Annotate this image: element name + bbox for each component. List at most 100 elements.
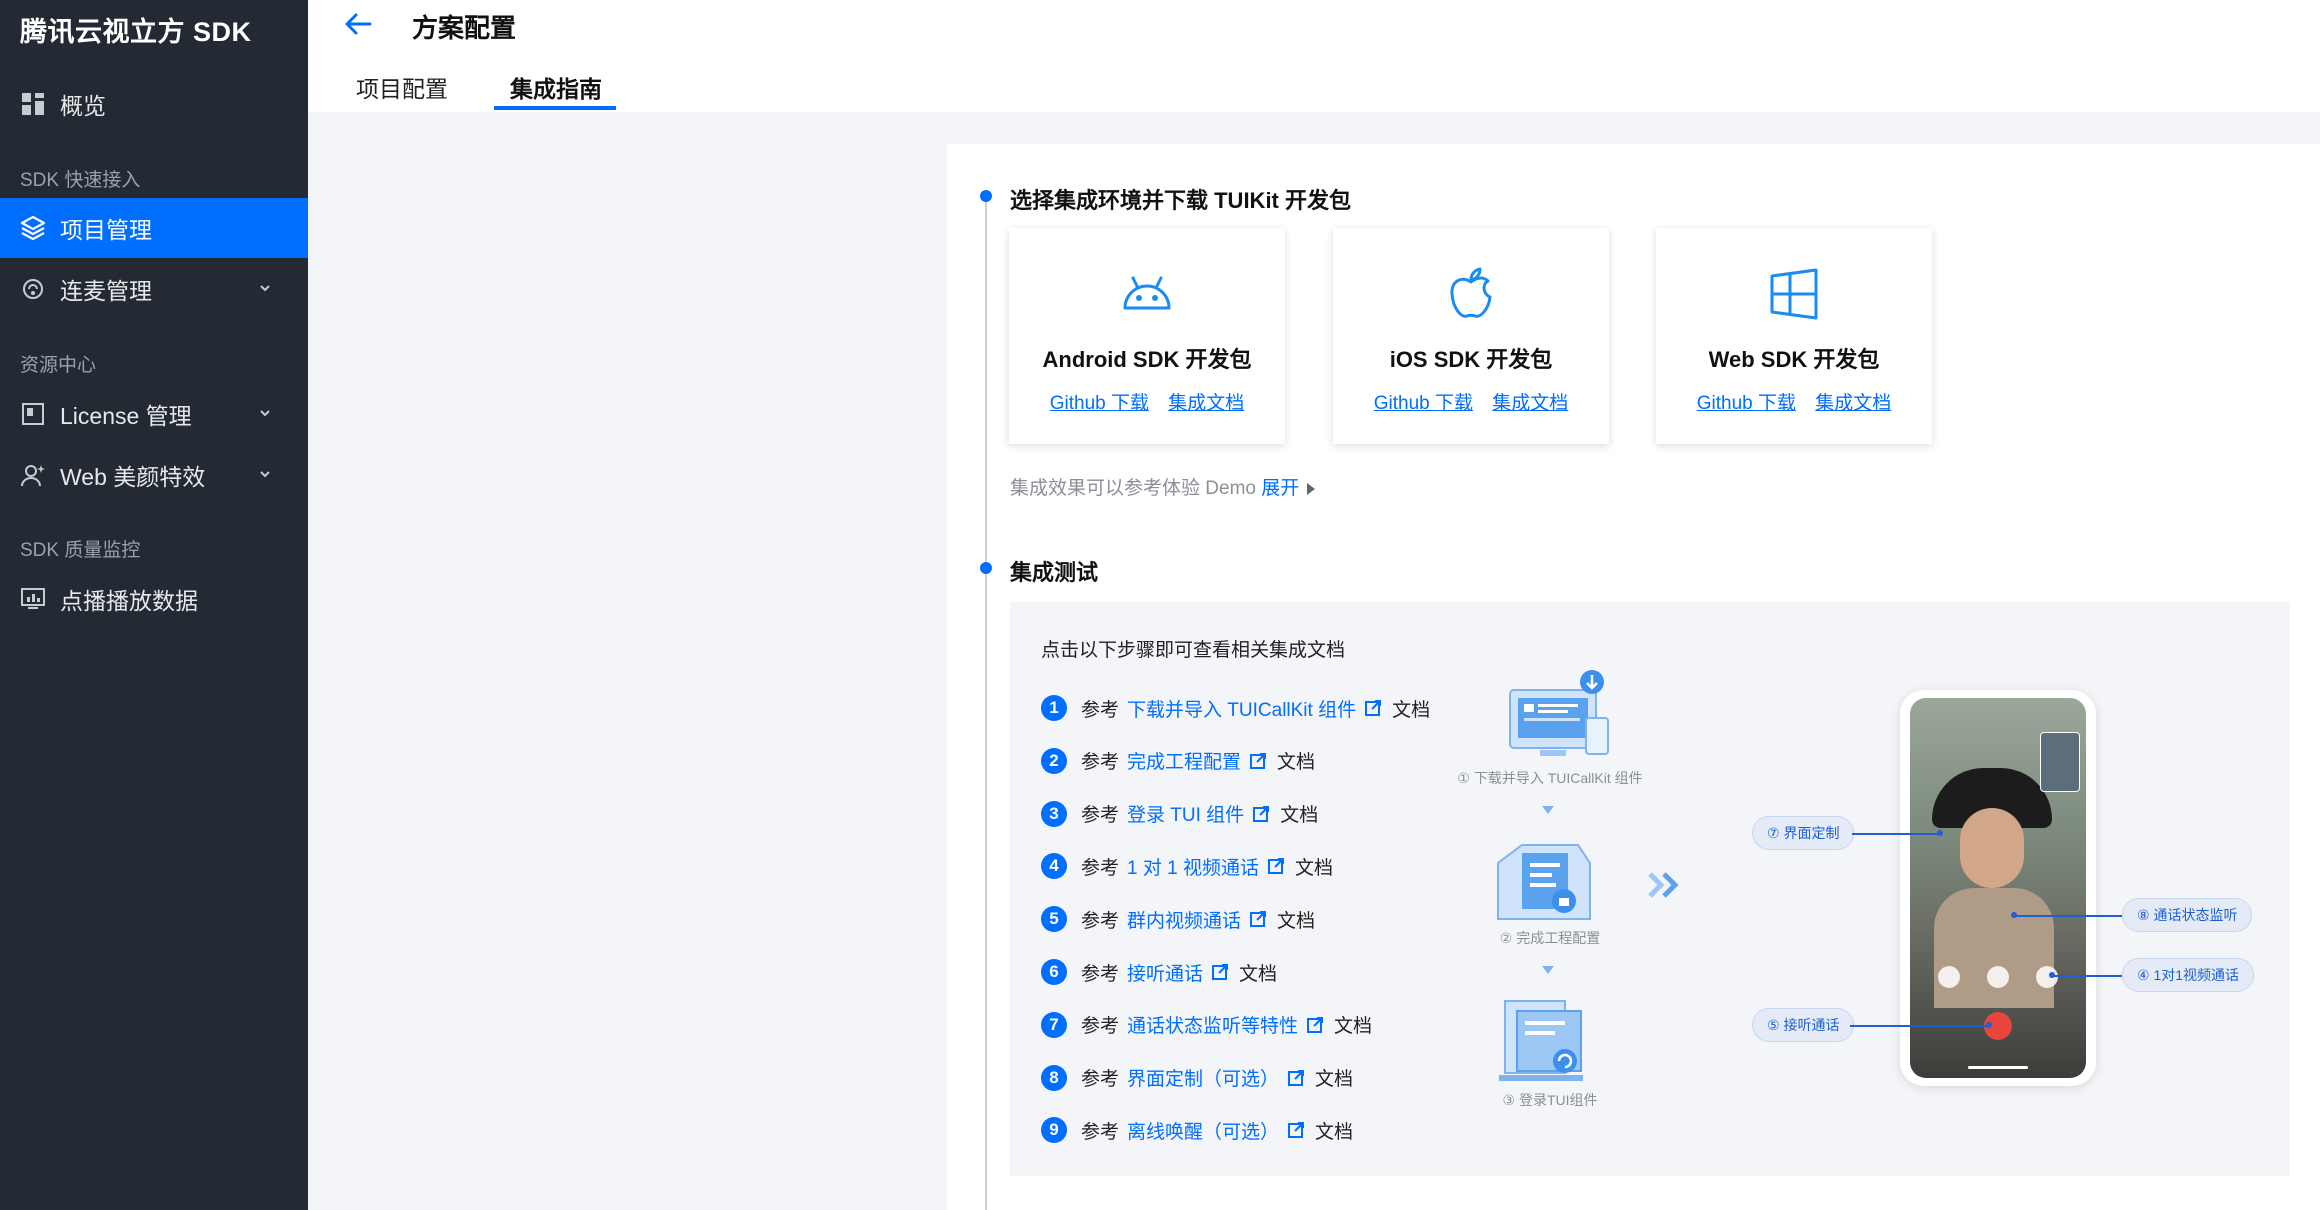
github-download-link[interactable]: Github 下载 [1050,393,1149,414]
integration-doc-link[interactable]: 集成文档 [1492,393,1568,414]
expand-link[interactable]: 展开 [1261,478,1299,499]
callout-line [2052,975,2122,977]
sidebar-item-mic[interactable]: 连麦管理 [0,259,308,319]
chevron-down-icon [260,285,270,292]
camera-button-icon [2036,966,2058,988]
sdk-name: iOS SDK 开发包 [1389,347,1553,372]
callout-dot [2011,912,2017,918]
step-row: 5 参考 群内视频通话 文档 [1041,904,1315,934]
external-link-icon[interactable] [1364,699,1382,717]
step-doc-link[interactable]: 群内视频通话 [1127,906,1241,933]
page-header: 方案配置 项目配置 集成指南 [308,0,2320,112]
sidebar-item-project[interactable]: 项目管理 [0,198,308,258]
step-doc-link[interactable]: 离线唤醒（可选） [1127,1117,1279,1144]
sidebar-item-web-beauty[interactable]: Web 美颜特效 [0,445,308,505]
step-doc-link[interactable]: 接听通话 [1127,959,1203,986]
login-tui-illustration [1499,1000,1583,1081]
step-doc-label: 文档 [1280,805,1319,827]
step-ref-label: 参考 [1081,805,1120,827]
step-doc-label: 文档 [1295,857,1334,879]
step-number: 1 [1041,695,1067,721]
test-section-title: 集成测试 [1010,560,1099,585]
integration-doc-link[interactable]: 集成文档 [1815,393,1891,414]
step-doc-label: 文档 [1239,963,1278,985]
page-title: 方案配置 [412,13,517,43]
step-ref-label: 参考 [1081,1121,1120,1143]
step-row: 3 参考 登录 TUI 组件 文档 [1041,799,1318,829]
external-link-icon[interactable] [1287,1069,1305,1087]
back-button[interactable] [338,6,378,42]
tab-integration-guide[interactable]: 集成指南 [510,70,602,104]
section-title-quick: SDK 快速接入 [20,170,141,191]
speaker-button-icon [1987,966,2009,988]
video-call-screen [1910,698,2086,1078]
callout-dot [1986,1022,1992,1028]
sidebar-item-label: Web 美颜特效 [60,464,206,490]
step-doc-link[interactable]: 下载并导入 TUICallKit 组件 [1127,695,1356,722]
sidebar-item-vod-data[interactable]: 点播播放数据 [0,569,308,629]
step-number: 5 [1041,906,1067,933]
flow-caption-1: ① 下载并导入 TUICallKit 组件 [1457,770,1643,786]
android-icon [1123,276,1171,310]
caret-right-icon [1307,482,1316,495]
chevron-down-icon [260,410,270,417]
callout-line [1850,1025,1988,1027]
external-link-icon[interactable] [1287,1121,1305,1139]
sidebar-item-label: 项目管理 [60,217,152,243]
step-ref-label: 参考 [1081,699,1120,721]
sidebar: 腾讯云视立方 SDK 概览 SDK 快速接入 项目管理 连麦管理 资源中心 Li… [0,0,308,1210]
tab-project-config[interactable]: 项目配置 [356,70,448,104]
windows-icon [1770,268,1818,320]
step-number: 7 [1041,1011,1067,1038]
pip-video [2040,732,2080,792]
step-ref-label: 参考 [1081,910,1120,932]
step-row: 1 参考 下载并导入 TUICallKit 组件 文档 [1041,693,1430,723]
step-row: 7 参考 通话状态监听等特性 文档 [1041,1010,1372,1040]
step-doc-link[interactable]: 通话状态监听等特性 [1127,1011,1298,1038]
external-link-icon[interactable] [1249,910,1267,928]
section-title-resource: 资源中心 [20,355,97,376]
layers-icon [18,213,48,243]
arrow-down-icon [1542,966,1554,974]
step-row: 9 参考 离线唤醒（可选） 文档 [1041,1115,1353,1145]
external-link-icon[interactable] [1306,1016,1324,1034]
sidebar-item-overview[interactable]: 概览 [0,74,308,134]
face-shape [1960,808,2024,888]
step-number: 2 [1041,747,1067,774]
double-chevron-right-icon [1648,872,1679,898]
step-doc-label: 文档 [1334,1016,1373,1038]
sidebar-item-label: License 管理 [60,403,192,429]
chevron-down-icon [260,471,270,478]
sidebar-item-license[interactable]: License 管理 [0,384,308,444]
section-title-quality: SDK 质量监控 [20,540,141,561]
sdk-name: Android SDK 开发包 [1042,347,1252,372]
step-ref-label: 参考 [1081,857,1120,879]
mic-button-icon [1938,966,1960,988]
flow-caption-2: ② 完成工程配置 [1499,930,1601,946]
callout-line [2014,915,2122,917]
callout-1v1-video: ④ 1对1视频通话 [2122,958,2255,992]
step-row: 2 参考 完成工程配置 文档 [1041,746,1315,776]
external-link-icon[interactable] [1252,805,1270,823]
step-ref-label: 参考 [1081,1069,1120,1091]
external-link-icon[interactable] [1211,963,1229,981]
step-number: 9 [1041,1117,1067,1144]
monitor-chart-icon [18,584,48,614]
download-section-title: 选择集成环境并下载 TUIKit 开发包 [1010,188,1351,213]
sidebar-item-label: 连麦管理 [60,278,152,304]
callout-line [1852,833,1940,835]
android-sdk-card: Android SDK 开发包 Github 下载 集成文档 [1009,228,1285,444]
step-doc-link[interactable]: 界面定制（可选） [1127,1064,1279,1091]
callout-call-status: ⑧ 通话状态监听 [2122,898,2253,932]
external-link-icon[interactable] [1267,857,1285,875]
github-download-link[interactable]: Github 下载 [1374,393,1473,414]
step-doc-link[interactable]: 1 对 1 视频通话 [1127,853,1259,880]
external-link-icon[interactable] [1249,752,1267,770]
step-doc-link[interactable]: 登录 TUI 组件 [1127,800,1244,827]
github-download-link[interactable]: Github 下载 [1697,393,1796,414]
integration-doc-link[interactable]: 集成文档 [1168,393,1244,414]
timeline-dot [980,190,992,202]
step-doc-link[interactable]: 完成工程配置 [1127,747,1241,774]
home-indicator [1968,1066,2028,1069]
timeline-line [985,196,987,1210]
